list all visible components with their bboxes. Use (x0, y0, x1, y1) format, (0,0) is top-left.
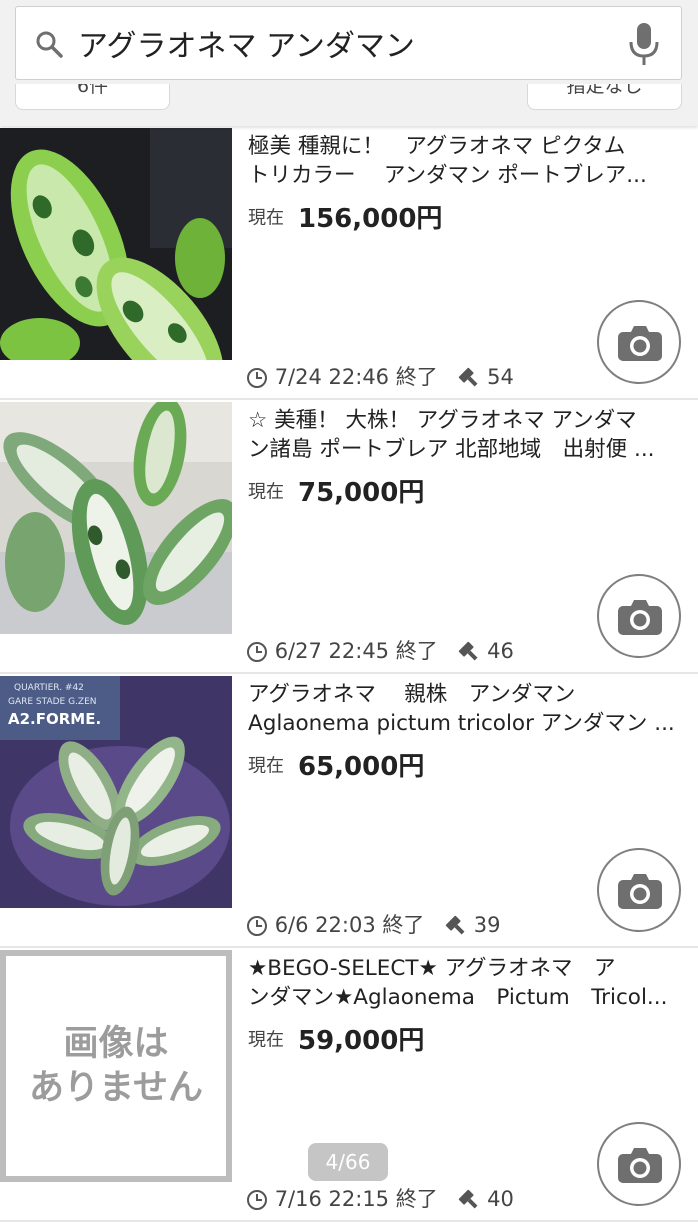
no-image-placeholder: 画像は ありません (0, 950, 232, 1182)
price-value: 65,000円 (298, 752, 425, 782)
item-title-line: ンダマン★Aglaonema Pictum Tricol... (248, 985, 668, 1010)
camera-button[interactable] (597, 1122, 681, 1206)
camera-icon (618, 874, 662, 909)
gavel-icon (459, 1189, 478, 1209)
price-value: 75,000円 (298, 478, 425, 508)
camera-icon (618, 326, 662, 361)
search-header: 6件 指定なし (0, 0, 698, 126)
camera-button[interactable] (597, 300, 681, 384)
end-suffix: 終了 (395, 639, 438, 663)
item-title-line: アグラオネマ 親株 アンダマン (248, 682, 576, 707)
list-item[interactable]: QUARTIER. #42 GARE STADE G.ZEN A2.FORME. (0, 674, 698, 948)
filter-count-button[interactable]: 6件 (15, 84, 170, 110)
filter-count-label: 6件 (76, 84, 109, 97)
end-suffix: 終了 (382, 913, 425, 937)
list-item[interactable]: 極美 種親に！ アグラオネマ ピクタム トリカラー アンダマン ポートブレア..… (0, 126, 698, 400)
item-title-line: 極美 種親に！ アグラオネマ ピクタム (248, 134, 626, 159)
item-title-line: トリカラー アンダマン ポートブレア... (248, 163, 647, 188)
search-icon[interactable] (34, 29, 64, 59)
clock-icon (247, 642, 267, 662)
item-thumbnail[interactable]: 画像は ありません (0, 950, 232, 1182)
item-price: 現在 65,000円 (248, 746, 424, 786)
camera-icon (618, 1148, 662, 1183)
price-value: 156,000円 (298, 204, 443, 234)
photo-sign-text: QUARTIER. #42 (14, 683, 84, 693)
item-title-line: ★BEGO-SELECT★ アグラオネマ ア (248, 956, 616, 981)
page-indicator: 4/66 (308, 1143, 388, 1181)
item-title-line: Aglaonema pictum tricolor アンダマン ... (248, 711, 675, 736)
search-input[interactable] (78, 21, 618, 65)
end-suffix: 終了 (395, 365, 438, 389)
bid-count: 39 (473, 913, 501, 937)
item-title[interactable]: ☆ 美種！ 大株！ アグラオネマ アンダマ ン諸島 ポートブレア 北部地域 出射… (248, 406, 678, 464)
price-value: 59,000円 (298, 1026, 425, 1056)
microphone-icon[interactable] (627, 21, 661, 67)
search-box[interactable] (15, 6, 682, 80)
price-label: 現在 (248, 755, 284, 777)
bid-count: 54 (487, 365, 514, 389)
gavel-icon (459, 367, 478, 387)
no-image-text: ありません (29, 1068, 203, 1108)
filter-option-label: 指定なし (566, 84, 643, 97)
end-suffix: 終了 (395, 1187, 438, 1211)
price-label: 現在 (248, 207, 284, 229)
item-thumbnail[interactable]: QUARTIER. #42 GARE STADE G.ZEN A2.FORME. (0, 676, 232, 908)
camera-icon (618, 600, 662, 635)
bid-count: 40 (487, 1187, 514, 1211)
item-thumbnail[interactable] (0, 402, 232, 634)
price-label: 現在 (248, 1029, 284, 1051)
photo-sign-text: A2.FORME. (8, 710, 101, 728)
gavel-icon (445, 915, 465, 935)
item-meta: 6/27 22:45 終了 46 (246, 636, 514, 666)
item-thumbnail[interactable] (0, 128, 232, 360)
camera-button[interactable] (597, 574, 681, 658)
item-meta: 7/16 22:15 終了 40 (246, 1184, 514, 1214)
item-title[interactable]: 極美 種親に！ アグラオネマ ピクタム トリカラー アンダマン ポートブレア..… (248, 132, 678, 190)
item-title[interactable]: アグラオネマ 親株 アンダマン Aglaonema pictum tricolo… (248, 680, 678, 738)
item-meta: 6/6 22:03 終了 39 (246, 910, 500, 940)
no-image-text: 画像は (63, 1024, 169, 1064)
end-time: 7/16 22:15 (274, 1187, 390, 1211)
end-time: 6/27 22:45 (274, 639, 390, 663)
clock-icon (247, 368, 267, 388)
photo-sign-text: GARE STADE G.ZEN (8, 697, 97, 707)
end-time: 7/24 22:46 (274, 365, 390, 389)
list-item[interactable]: ☆ 美種！ 大株！ アグラオネマ アンダマ ン諸島 ポートブレア 北部地域 出射… (0, 400, 698, 674)
item-price: 現在 59,000円 (248, 1020, 424, 1060)
clock-icon (247, 916, 267, 936)
item-price: 現在 156,000円 (248, 198, 442, 238)
item-meta: 7/24 22:46 終了 54 (246, 362, 514, 392)
item-title-line: ☆ 美種！ 大株！ アグラオネマ アンダマ (248, 408, 637, 433)
item-title[interactable]: ★BEGO-SELECT★ アグラオネマ ア ンダマン★Aglaonema Pi… (248, 954, 678, 1012)
filter-option-button[interactable]: 指定なし (527, 84, 682, 110)
item-title-line: ン諸島 ポートブレア 北部地域 出射便 ... (248, 437, 655, 462)
price-label: 現在 (248, 481, 284, 503)
bid-count: 46 (487, 639, 514, 663)
end-time: 6/6 22:03 (274, 913, 376, 937)
gavel-icon (459, 641, 478, 661)
clock-icon (247, 1190, 267, 1210)
item-price: 現在 75,000円 (248, 472, 424, 512)
camera-button[interactable] (597, 848, 681, 932)
